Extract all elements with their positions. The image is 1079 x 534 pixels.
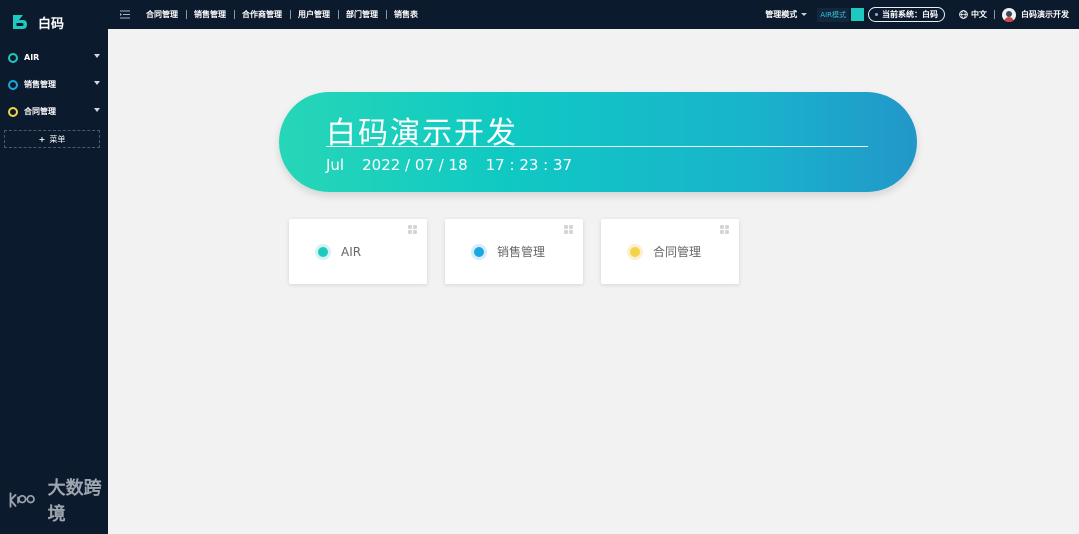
top-nav: 合同管理 销售管理 合作商管理 用户管理 部门管理 销售表 — [138, 9, 426, 20]
user-menu[interactable]: 白码演示开发 — [1002, 7, 1069, 22]
welcome-banner: 白码演示开发 Jul 2022 / 07 / 18 17 : 23 : 37 — [279, 92, 917, 192]
sidebar-item-sales[interactable]: 销售管理 — [0, 71, 108, 98]
app-card-label: 合同管理 — [653, 245, 702, 259]
current-system-badge[interactable]: 当前系统：白码 — [868, 7, 945, 22]
sidebar-item-air[interactable]: AIR — [0, 44, 108, 71]
language-label: 中文 — [971, 10, 987, 19]
circle-icon — [8, 106, 18, 117]
banner-date: 2022 / 07 / 18 — [362, 156, 468, 174]
watermark: 大数跨境 — [8, 474, 108, 526]
top-nav-sales-table[interactable]: 销售表 — [386, 9, 426, 20]
watermark-text: 大数跨境 — [47, 478, 102, 525]
brand-name: 白码 — [38, 16, 65, 32]
circle-icon — [315, 243, 331, 260]
globe-icon — [959, 10, 968, 19]
current-system-label: 当前系统：白码 — [882, 10, 938, 19]
watermark-logo-icon — [9, 492, 35, 508]
plus-icon: + — [38, 134, 46, 144]
add-menu-label: 菜单 — [49, 134, 66, 144]
top-nav-sales[interactable]: 销售管理 — [186, 9, 234, 20]
mode-dropdown[interactable]: 管理模式 — [765, 9, 808, 20]
banner-datetime: Jul 2022 / 07 / 18 17 : 23 : 37 — [326, 156, 572, 174]
drag-handle-icon[interactable] — [720, 225, 729, 234]
sidebar: 白码 AIR 销售管理 合同管理 + 菜单 大数跨境 — [0, 0, 108, 534]
banner-month: Jul — [326, 156, 345, 174]
top-nav-contract[interactable]: 合同管理 — [138, 9, 186, 20]
banner-divider — [326, 146, 868, 147]
app-card-label: 销售管理 — [497, 245, 546, 259]
top-right-tools: 管理模式 AIR模式 当前系统：白码 中文 白码演示开发 — [765, 0, 1069, 29]
circle-icon — [627, 243, 643, 260]
sidebar-item-label: 销售管理 — [24, 80, 56, 89]
divider — [994, 10, 995, 19]
dot-icon — [875, 13, 878, 16]
top-nav-user[interactable]: 用户管理 — [290, 9, 338, 20]
circle-icon — [471, 243, 487, 260]
main-content: 白码演示开发 Jul 2022 / 07 / 18 17 : 23 : 37 A… — [108, 29, 1079, 534]
sidebar-item-label: 合同管理 — [24, 107, 56, 116]
logo-icon — [12, 14, 28, 30]
app-card-sales[interactable]: 销售管理 — [445, 219, 583, 284]
air-mode-toggle[interactable] — [851, 8, 864, 21]
top-nav-partner[interactable]: 合作商管理 — [234, 9, 290, 20]
circle-icon — [8, 52, 18, 63]
sidebar-item-contract[interactable]: 合同管理 — [0, 98, 108, 125]
chevron-down-icon — [94, 108, 100, 112]
chevron-down-icon — [801, 13, 808, 16]
app-card-air[interactable]: AIR — [289, 219, 427, 284]
top-bar: 合同管理 销售管理 合作商管理 用户管理 部门管理 销售表 管理模式 AIR模式… — [108, 0, 1079, 29]
app-card-label: AIR — [341, 244, 362, 259]
menu-fold-icon[interactable] — [120, 10, 130, 19]
top-nav-department[interactable]: 部门管理 — [338, 9, 386, 20]
app-card-contract[interactable]: 合同管理 — [601, 219, 739, 284]
chevron-down-icon — [94, 81, 100, 85]
chevron-down-icon — [94, 54, 100, 58]
language-switcher[interactable]: 中文 — [959, 9, 987, 20]
mode-label: 管理模式 — [765, 10, 798, 19]
circle-icon — [8, 79, 18, 90]
banner-time: 17 : 23 : 37 — [485, 156, 573, 174]
drag-handle-icon[interactable] — [408, 225, 417, 234]
air-mode-label[interactable]: AIR模式 — [817, 7, 849, 22]
app-cards: AIR 销售管理 合同管理 — [289, 219, 739, 284]
avatar — [1002, 7, 1016, 22]
user-name: 白码演示开发 — [1021, 10, 1069, 19]
brand[interactable]: 白码 — [0, 0, 108, 44]
sidebar-item-label: AIR — [24, 53, 40, 62]
drag-handle-icon[interactable] — [564, 225, 573, 234]
add-menu-button[interactable]: + 菜单 — [4, 130, 100, 148]
